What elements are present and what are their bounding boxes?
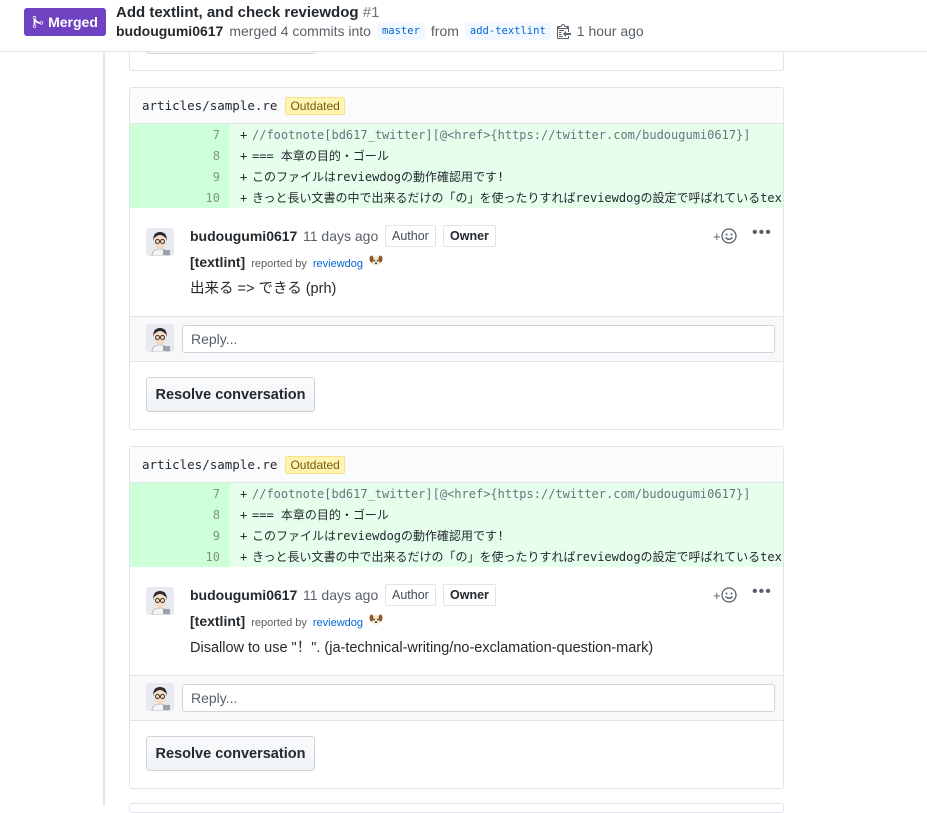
diff-table: 7 +//footnote[bd617_twitter][@<href>{htt… bbox=[130, 483, 783, 567]
dog-face-icon bbox=[369, 614, 383, 625]
reviewdog-link[interactable]: reviewdog bbox=[313, 258, 363, 270]
linter-tag: [textlint] bbox=[190, 613, 246, 629]
line-number[interactable]: 7 bbox=[130, 483, 230, 504]
pr-title-text: Add textlint, and check reviewdog bbox=[116, 4, 359, 21]
kebab-horizontal-icon[interactable]: ••• bbox=[752, 224, 772, 242]
review-thread: articles/sample.re Outdated 7 +//footnot… bbox=[129, 446, 784, 789]
linter-tag: [textlint] bbox=[190, 254, 246, 270]
merged-state-badge: Merged bbox=[24, 8, 106, 36]
line-number[interactable]: 7 bbox=[130, 124, 230, 145]
code-line: +//footnote[bd617_twitter][@<href>{https… bbox=[230, 483, 783, 504]
code-line: + === 本章の目的・ゴール bbox=[230, 145, 783, 166]
diff-table: 7 +//footnote[bd617_twitter][@<href>{htt… bbox=[130, 124, 783, 208]
reported-by-text: reported by bbox=[251, 258, 307, 270]
pr-time: 1 hour ago bbox=[576, 23, 644, 39]
reply-row: Reply... bbox=[130, 316, 783, 362]
comment-time[interactable]: 11 days ago bbox=[303, 587, 378, 603]
diff-line: 8 + === 本章の目的・ゴール bbox=[130, 504, 783, 525]
diff-line: 7 +//footnote[bd617_twitter][@<href>{htt… bbox=[130, 483, 783, 504]
review-comment: budougumi0617 11 days ago Author Owner +… bbox=[130, 567, 783, 675]
base-branch[interactable]: master bbox=[376, 22, 425, 40]
file-header: articles/sample.re Outdated bbox=[130, 88, 783, 124]
resolve-area: Resolve conversation bbox=[130, 721, 783, 787]
smiley-icon bbox=[720, 587, 737, 603]
diff-line: 9 + このファイルはreviewdogの動作確認用です! bbox=[130, 525, 783, 546]
code-line: + === 本章の目的・ゴール bbox=[230, 504, 783, 525]
owner-badge: Owner bbox=[443, 225, 496, 247]
code-line: + このファイルはreviewdogの動作確認用です! bbox=[230, 525, 783, 546]
user-avatar-icon bbox=[146, 587, 174, 615]
code-line: + このファイルはreviewdogの動作確認用です! bbox=[230, 166, 783, 187]
file-path[interactable]: articles/sample.re bbox=[142, 457, 277, 472]
diff-line: 8 + === 本章の目的・ゴール bbox=[130, 145, 783, 166]
line-number[interactable]: 10 bbox=[130, 546, 230, 567]
comment-body: Disallow to use "！". (ja-technical-writi… bbox=[190, 640, 654, 656]
dog-face-icon bbox=[369, 255, 383, 266]
diff-line: 10 + きっと長い文書の中で出来るだけの「の」を使ったりすればreviewdog… bbox=[130, 187, 783, 208]
reply-input[interactable]: Reply... bbox=[182, 325, 775, 353]
code-line: + きっと長い文書の中で出来るだけの「の」を使ったりすればreviewdogの設定… bbox=[230, 187, 783, 208]
outdated-badge: Outdated bbox=[285, 455, 345, 474]
avatar[interactable] bbox=[146, 324, 174, 352]
diff-line: 10 + きっと長い文書の中で出来るだけの「の」を使ったりすればreviewdog… bbox=[130, 546, 783, 567]
line-number[interactable]: 10 bbox=[130, 187, 230, 208]
clippy-icon[interactable] bbox=[556, 23, 571, 39]
add-reaction-button[interactable]: + bbox=[713, 228, 737, 244]
plus-icon: + bbox=[713, 587, 721, 603]
user-avatar-icon bbox=[146, 324, 174, 352]
head-branch[interactable]: add-textlint bbox=[464, 22, 551, 40]
from-text: from bbox=[430, 23, 459, 39]
pr-meta: budougumi0617 merged 4 commits into mast… bbox=[116, 22, 644, 40]
code-line: +//footnote[bd617_twitter][@<href>{https… bbox=[230, 124, 783, 145]
kebab-horizontal-icon[interactable]: ••• bbox=[752, 583, 772, 601]
pr-author-link[interactable]: budougumi0617 bbox=[116, 23, 223, 39]
comment-author[interactable]: budougumi0617 bbox=[190, 228, 297, 244]
line-number[interactable]: 9 bbox=[130, 525, 230, 546]
smiley-icon bbox=[720, 228, 737, 244]
resolve-conversation-button[interactable]: Resolve conversation bbox=[146, 377, 315, 412]
resolve-conversation-button[interactable]: Resolve conversation bbox=[146, 736, 315, 771]
owner-badge: Owner bbox=[443, 584, 496, 606]
file-header: articles/sample.re Outdated bbox=[130, 447, 783, 483]
pr-title: Add textlint, and check reviewdog #1 bbox=[116, 4, 379, 21]
resolve-area: Resolve conversation bbox=[130, 362, 783, 428]
pr-number: #1 bbox=[362, 4, 380, 21]
user-avatar-icon bbox=[146, 228, 174, 256]
comment-body: 出来る => できる (prh) bbox=[190, 281, 337, 297]
code-line: + きっと長い文書の中で出来るだけの「の」を使ったりすればreviewdogの設定… bbox=[230, 546, 783, 567]
reply-row: Reply... bbox=[130, 675, 783, 721]
outdated-badge: Outdated bbox=[285, 96, 345, 115]
author-badge: Author bbox=[385, 225, 436, 247]
avatar[interactable] bbox=[146, 587, 174, 615]
reply-input[interactable]: Reply... bbox=[182, 684, 775, 712]
merged-label: Merged bbox=[48, 14, 98, 30]
plus-icon: + bbox=[713, 228, 721, 244]
review-thread: articles/sample.re Outdated 7 +//footnot… bbox=[129, 87, 784, 430]
git-merge-icon bbox=[32, 15, 44, 29]
line-number[interactable]: 8 bbox=[130, 504, 230, 525]
merged-text: merged 4 commits into bbox=[229, 23, 371, 39]
line-number[interactable]: 9 bbox=[130, 166, 230, 187]
add-reaction-button[interactable]: + bbox=[713, 587, 737, 603]
avatar[interactable] bbox=[146, 683, 174, 711]
comment-header-line: [textlint] reported by reviewdog bbox=[190, 613, 383, 629]
reviewdog-link[interactable]: reviewdog bbox=[313, 617, 363, 629]
author-badge: Author bbox=[385, 584, 436, 606]
file-path[interactable]: articles/sample.re bbox=[142, 98, 277, 113]
comment-header-line: [textlint] reported by reviewdog bbox=[190, 254, 383, 270]
diff-line: 9 + このファイルはreviewdogの動作確認用です! bbox=[130, 166, 783, 187]
diff-line: 7 +//footnote[bd617_twitter][@<href>{htt… bbox=[130, 124, 783, 145]
pr-sticky-header: Merged Add textlint, and check reviewdog… bbox=[0, 0, 927, 52]
next-review-box bbox=[129, 803, 784, 813]
reported-by-text: reported by bbox=[251, 617, 307, 629]
user-avatar-icon bbox=[146, 683, 174, 711]
line-number[interactable]: 8 bbox=[130, 145, 230, 166]
review-comment: budougumi0617 11 days ago Author Owner +… bbox=[130, 208, 783, 316]
comment-author[interactable]: budougumi0617 bbox=[190, 587, 297, 603]
avatar[interactable] bbox=[146, 228, 174, 256]
comment-time[interactable]: 11 days ago bbox=[303, 228, 378, 244]
timeline-line bbox=[103, 52, 105, 806]
